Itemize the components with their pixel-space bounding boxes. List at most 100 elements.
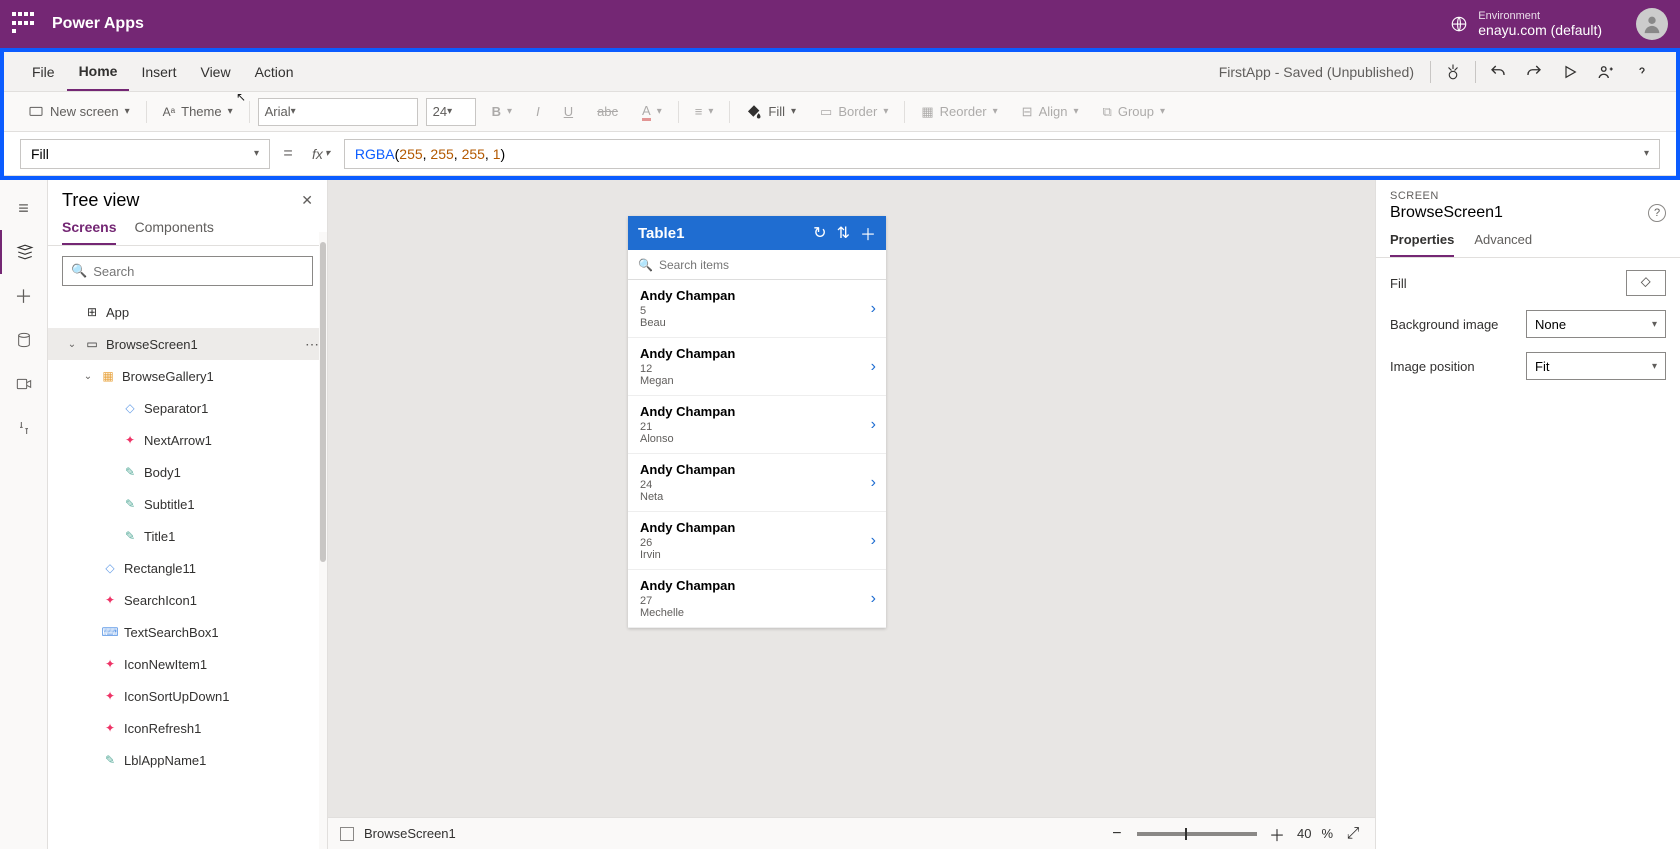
play-icon[interactable] [1552,54,1588,90]
zoom-out-button[interactable]: − [1107,825,1127,843]
tree-node-iconnew[interactable]: ✦IconNewItem1 [48,648,327,680]
tree-node-iconsort[interactable]: ✦IconSortUpDown1 [48,680,327,712]
zoom-in-button[interactable]: ＋ [1267,822,1287,846]
media-icon[interactable] [0,362,48,406]
chevron-right-icon[interactable]: › [871,532,876,550]
strike-button[interactable]: abc [589,100,626,123]
tree-view-icon[interactable] [0,230,48,274]
redo-icon[interactable] [1516,54,1552,90]
menu-action[interactable]: Action [243,52,306,91]
phone-search-input[interactable] [659,258,876,272]
add-icon[interactable]: ＋ [860,221,876,245]
help-icon[interactable] [1624,54,1660,90]
close-icon[interactable]: ✕ [301,192,313,209]
share-icon[interactable] [1588,54,1624,90]
canvas-status-bar: BrowseScreen1 − ＋ 40 % ⤢ [328,817,1375,849]
scrollbar[interactable] [319,232,327,849]
list-item[interactable]: Andy Champan12Megan› [628,338,886,396]
avatar[interactable] [1636,8,1668,40]
align-button[interactable]: ⊟ Align▾ [1014,100,1087,124]
hamburger-icon[interactable]: ≡ [0,186,48,230]
tree-node-body[interactable]: ✎Body1 [48,456,327,488]
chevron-right-icon[interactable]: › [871,358,876,376]
sort-icon[interactable]: ⇅ [837,223,850,243]
underline-button[interactable]: U [556,100,581,123]
tree-node-searchicon[interactable]: ✦SearchIcon1 [48,584,327,616]
fx-button[interactable]: fx▾ [306,146,336,162]
expand-formula-icon[interactable]: ▾ [1644,148,1649,159]
text-align-button[interactable]: ≡▾ [687,100,722,123]
tree-node-rectangle[interactable]: ◇Rectangle11 [48,552,327,584]
insert-icon[interactable]: ＋ [0,274,48,318]
list-item[interactable]: Andy Champan24Neta› [628,454,886,512]
tree-node-iconrefresh[interactable]: ✦IconRefresh1 [48,712,327,744]
italic-button[interactable]: I [528,100,548,123]
env-name[interactable]: enayu.com (default) [1478,22,1602,38]
theme-button[interactable]: Aᵃ Theme ▾ [155,100,241,123]
image-position-select[interactable]: Fit▾ [1526,352,1666,380]
chevron-down-icon: ▾ [125,106,130,117]
waffle-icon[interactable] [12,12,36,36]
fill-color-button[interactable] [1626,270,1666,296]
reorder-button[interactable]: ▦ Reorder▾ [913,100,1005,124]
app-checker-icon[interactable] [1435,54,1471,90]
data-icon[interactable] [0,318,48,362]
fullscreen-icon[interactable]: ⤢ [1343,825,1363,843]
tree-node-textsearch[interactable]: ⌨TextSearchBox1 [48,616,327,648]
tree-node-browsescreen[interactable]: ⌄▭BrowseScreen1⋯ [48,328,327,360]
zoom-slider[interactable] [1137,832,1257,836]
list-item[interactable]: Andy Champan21Alonso› [628,396,886,454]
list-item[interactable]: Andy Champan26Irvin› [628,512,886,570]
tab-advanced[interactable]: Advanced [1474,232,1532,257]
phone-search[interactable]: 🔍 [628,250,886,280]
tree-node-lblappname[interactable]: ✎LblAppName1 [48,744,327,776]
bg-image-select[interactable]: None▾ [1526,310,1666,338]
menu-insert[interactable]: Insert [129,52,188,91]
tree-node-title[interactable]: ✎Title1 [48,520,327,552]
group-button[interactable]: ⧉ Group▾ [1095,100,1173,124]
chevron-right-icon[interactable]: › [871,416,876,434]
chevron-right-icon[interactable]: › [871,474,876,492]
font-color-button[interactable]: A▾ [634,99,670,125]
tree-node-gallery[interactable]: ⌄▦BrowseGallery1 [48,360,327,392]
tree-node-separator[interactable]: ◇Separator1 [48,392,327,424]
tree-search[interactable]: 🔍 [62,256,313,286]
menu-file[interactable]: File [20,52,67,91]
menu-view[interactable]: View [188,52,242,91]
refresh-icon[interactable]: ↻ [813,223,826,243]
phone-preview[interactable]: Table1 ↻ ⇅ ＋ 🔍 Andy Champan5Beau›Andy Ch… [628,216,886,628]
env-label: Environment [1478,10,1602,22]
phone-header: Table1 ↻ ⇅ ＋ [628,216,886,250]
font-size-select[interactable]: 24▾ [426,98,476,126]
font-select[interactable]: Arial▾ [258,98,418,126]
fill-label: Fill [768,104,785,119]
border-button[interactable]: ▭ Border▾ [812,100,896,124]
tree-node-subtitle[interactable]: ✎Subtitle1 [48,488,327,520]
list-item[interactable]: Andy Champan27Mechelle› [628,570,886,628]
tree-node-app[interactable]: ⊞App [48,296,327,328]
tab-components[interactable]: Components [134,219,213,245]
tab-screens[interactable]: Screens [62,219,116,245]
tree-panel: Tree view ✕ Screens Components 🔍 ⊞App ⌄▭… [48,180,328,849]
formula-input[interactable]: RGBA(255, 255, 255, 1) ▾ [344,139,1660,169]
property-select[interactable]: Fill ▾ [20,139,270,169]
chevron-right-icon[interactable]: › [871,300,876,318]
screen-checkbox[interactable] [340,827,354,841]
chevron-right-icon[interactable]: › [871,590,876,608]
search-icon: 🔍 [638,258,653,272]
prop-pos-label: Image position [1390,359,1475,374]
fill-button[interactable]: Fill ▾ [738,100,804,124]
new-screen-button[interactable]: New screen ▾ [20,100,138,124]
left-rail: ≡ ＋ [0,180,48,849]
help-icon[interactable]: ? [1648,204,1666,222]
undo-icon[interactable] [1480,54,1516,90]
tree-node-nextarrow[interactable]: ✦NextArrow1 [48,424,327,456]
menu-home[interactable]: Home [67,52,130,91]
tab-properties[interactable]: Properties [1390,232,1454,257]
tools-icon[interactable] [0,406,48,450]
item-number: 26 [640,537,874,549]
more-icon[interactable]: ⋯ [305,336,319,353]
list-item[interactable]: Andy Champan5Beau› [628,280,886,338]
tree-search-input[interactable] [93,264,304,279]
bold-button[interactable]: B▾ [484,100,520,123]
